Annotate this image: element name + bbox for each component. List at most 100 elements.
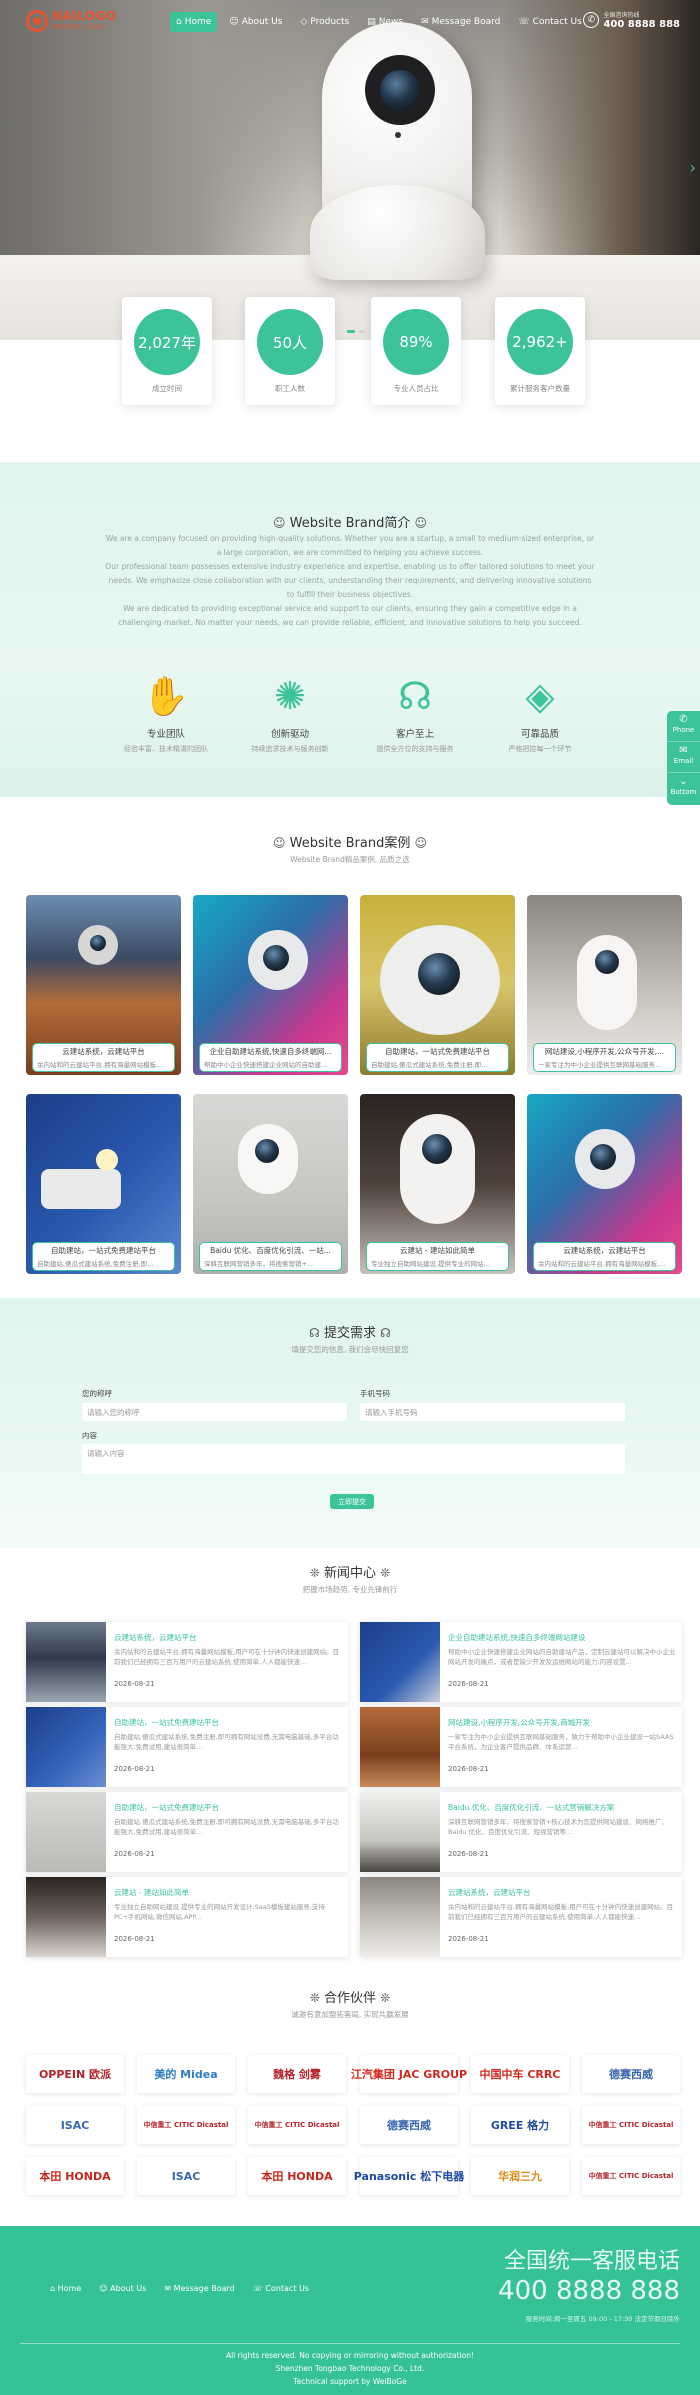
nav-label: About Us [241, 17, 283, 27]
request-form-section: ☊ 提交需求 ☊ 填提交您的信息, 我们会尽快回复您 您的称呼 请输入您的称呼 … [0, 1298, 700, 1548]
phone-icon: ✆ [679, 714, 688, 725]
float-phone-button[interactable]: ✆ Phone [667, 711, 700, 742]
partner-logo[interactable]: 本田 HONDA [248, 2157, 346, 2195]
partner-logo[interactable]: 德赛西威 [582, 2055, 680, 2093]
footer-link-label: Home [57, 2284, 82, 2293]
main-nav: ⌂ Home ☺ About Us ◇ Products ▤ News ✉ Message… [170, 12, 588, 32]
partner-logo[interactable]: ISAC [26, 2106, 124, 2144]
news-image [26, 1792, 106, 1872]
case-card[interactable]: 网站建设,小程序开发,公众号开发,... 一家专注为中小企业提供互联网基础服务.… [527, 895, 682, 1075]
case-card[interactable]: 企业自助建站系统,快速自多终端网... 帮助中小企业快速搭建企业网站的自助建..… [193, 895, 348, 1075]
submit-button[interactable]: 立即提交 [330, 1494, 374, 1509]
case-title: 云建站系统，云建站平台 [563, 1246, 646, 1255]
camera-lens [380, 70, 420, 110]
section-title-text: Website Brand简介 [289, 516, 411, 531]
footer-company: Shenzhen Tongbao Technology Co., Ltd. [275, 2364, 425, 2373]
nav-products[interactable]: ◇ Products [294, 12, 355, 32]
case-panel: 自助建站，一站式免费建站平台 自助建站,傻瓜式建站系统,免费注册,即... [32, 1242, 175, 1271]
user-icon: ☺ [414, 516, 427, 530]
partner-logo[interactable]: OPPEIN 欧派 [26, 2055, 124, 2093]
news-item[interactable]: 自助建站，一站式免费建站平台 自助建站,傻瓜式建站系统,免费注册,即可拥有网站没… [26, 1707, 348, 1787]
news-item[interactable]: 网站建设,小程序开发,公众号开发,商城开发 一家专注为中小企业提供互联网基础服务… [360, 1707, 682, 1787]
partner-logo[interactable]: 江汽集团 JAC GROUP [351, 2055, 467, 2093]
about-text: We are a company focused on providing hi… [105, 532, 595, 630]
news-title: 云建站系统，云建站平台 [114, 1633, 197, 1642]
nav-about-us[interactable]: ☺ About Us [223, 12, 288, 32]
partner-logo[interactable]: 魏格 剑雾 [248, 2055, 346, 2093]
partner-logo[interactable]: 德赛西威 [360, 2106, 458, 2144]
nav-home[interactable]: ⌂ Home [170, 12, 218, 32]
about-section: ☺ Website Brand简介 ☺ We are a company foc… [0, 462, 700, 797]
feature-item: ✋ 专业团队 经验丰富、技术精湛的团队 [106, 672, 226, 754]
case-image-shape [255, 1139, 279, 1163]
cases-subtitle: Website Brand精品案例, 品质之选 [290, 855, 410, 864]
nav-label: Products [310, 17, 350, 27]
news-item[interactable]: 自助建站，一站式免费建站平台 自助建站,傻瓜式建站系统,免费注册,即可拥有网站没… [26, 1792, 348, 1872]
news-image [360, 1792, 440, 1872]
headset-icon: ☊ [309, 1326, 320, 1340]
nav-news[interactable]: ▤ News [361, 12, 409, 32]
footer-link-contact-us[interactable]: ☏ Contact Us [253, 2284, 309, 2293]
news-icon: ▤ [367, 17, 376, 27]
partner-logo[interactable]: 美的 Midea [137, 2055, 235, 2093]
nav-contact-us[interactable]: ☏ Contact Us [512, 12, 587, 32]
float-bottom-button[interactable]: ⌄ Bottom [667, 773, 700, 804]
stat-card: 50人 职工人数 [245, 297, 335, 405]
headset-icon: ☊ [398, 674, 432, 718]
case-title: 自助建站，一站式免费建站平台 [385, 1047, 490, 1056]
case-card[interactable]: 云建站 - 建站如此简单 专业独立自助网站建设,提供专业的网站... [360, 1094, 515, 1274]
news-item[interactable]: 云建站 - 建站如此简单 专业独立自助网站建设,提供专业的网站开发设计,SaaS… [26, 1877, 348, 1957]
partner-logo[interactable]: 中信重工 CITIC Dicastal [582, 2106, 680, 2144]
case-panel: 自助建站，一站式免费建站平台 自助建站,傻瓜式建站系统,免费注册,即... [366, 1043, 509, 1072]
content-textarea[interactable]: 请输入内容 [82, 1444, 625, 1474]
partner-logo[interactable]: 中信重工 CITIC Dicastal [248, 2106, 346, 2144]
feature-desc: 经验丰富、技术精湛的团队 [124, 745, 208, 753]
news-item[interactable]: 企业自助建站系统,快速自多终端网站建设 帮助中小企业快速搭建企业网站的自助建站产… [360, 1622, 682, 1702]
partner-name: 本田 HONDA [39, 2170, 111, 2183]
case-card[interactable]: 自助建站，一站式免费建站平台 自助建站,傻瓜式建站系统,免费注册,即... [26, 1094, 181, 1274]
case-card[interactable]: Baidu 优化、百度优化引流、一站... 深耕互联网营销多年，将搜索营销+..… [193, 1094, 348, 1274]
case-desc: 余内站和的云建站平台,拥有海量网站模板,... [37, 1061, 165, 1069]
case-card[interactable]: 云建站系统，云建站平台 余内站和的云建站平台,拥有海量网站模板,... [26, 895, 181, 1075]
partner-logo[interactable]: 华润三九 [471, 2157, 569, 2195]
footer-link-about-us[interactable]: ☺ About Us [99, 2284, 146, 2293]
hero-banner [0, 0, 700, 340]
partner-logo[interactable]: 中信重工 CITIC Dicastal [137, 2106, 235, 2144]
case-title: 云建站系统，云建站平台 [62, 1047, 145, 1056]
partner-logo[interactable]: Panasonic 松下电器 [354, 2157, 464, 2195]
case-image-shape [422, 1134, 452, 1164]
feature-title: 专业团队 [146, 729, 185, 740]
partner-logo[interactable]: 中信重工 CITIC Dicastal [582, 2157, 680, 2195]
case-card[interactable]: 云建站系统，云建站平台 余内站和的云建站平台,拥有海量网站模板,... [527, 1094, 682, 1274]
case-image-shape [418, 953, 460, 995]
name-input[interactable]: 请输入您的称呼 [82, 1403, 347, 1421]
nav-message-board[interactable]: ✉ Message Board [415, 12, 506, 32]
case-desc: 自助建站,傻瓜式建站系统,免费注册,即... [37, 1260, 154, 1268]
partner-name: 中国中车 CRRC [479, 2068, 561, 2081]
partner-logo[interactable]: 中国中车 CRRC [471, 2055, 569, 2093]
news-item[interactable]: 云建站系统，云建站平台 余内站和的云建站平台,拥有海量网站模板,用户可在十分钟内… [26, 1622, 348, 1702]
footer-link-message-board[interactable]: ✉ Message Board [164, 2284, 234, 2293]
home-icon: ⌂ [50, 2284, 58, 2293]
partner-logo[interactable]: GREE 格力 [471, 2106, 569, 2144]
partner-logo[interactable]: ISAC [137, 2157, 235, 2195]
footer-link-home[interactable]: ⌂ Home [50, 2284, 81, 2293]
case-desc: 深耕互联网营销多年，将搜索营销+... [204, 1260, 314, 1268]
partner-name: 江汽集团 JAC GROUP [350, 2068, 468, 2081]
section-title-text: 提交需求 [323, 1326, 376, 1341]
footer-divider [20, 2343, 680, 2344]
case-card[interactable]: 自助建站，一站式免费建站平台 自助建站,傻瓜式建站系统,免费注册,即... [360, 895, 515, 1075]
partner-name: 中信重工 CITIC Dicastal [588, 2121, 674, 2129]
float-email-button[interactable]: ✉ Email [667, 742, 700, 773]
news-image [26, 1622, 106, 1702]
hotline[interactable]: ✆ 全国咨询热线 400 8888 888 [583, 10, 680, 30]
chevron-right-icon[interactable]: › [690, 158, 696, 177]
flower-icon: ❊ [309, 1566, 320, 1580]
phone-input[interactable]: 请输入手机号码 [360, 1403, 625, 1421]
partner-name: 美的 Midea [154, 2068, 218, 2081]
logo[interactable]: NAILOGO WEBSITE LOGO [26, 8, 116, 36]
news-item[interactable]: Baidu 优化、百度优化引流、一站式营销解决方案 深耕互联网营销多年，将搜索营… [360, 1792, 682, 1872]
lightbulb-icon: ✺ [274, 674, 306, 718]
news-item[interactable]: 云建站系统，云建站平台 余内站和的云建站平台,拥有海量网站模板,用户可在十分钟内… [360, 1877, 682, 1957]
partner-logo[interactable]: 本田 HONDA [26, 2157, 124, 2195]
